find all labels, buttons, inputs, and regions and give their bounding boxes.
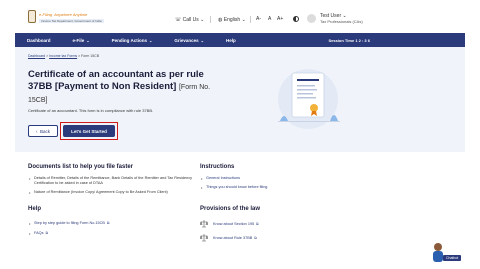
scales-icon [200, 220, 208, 228]
breadcrumb-income-tax-forms[interactable]: Income tax Forms [49, 54, 77, 58]
page-title: Certificate of an accountant as per rule… [28, 69, 211, 104]
divider [210, 16, 211, 23]
nav-grievances[interactable]: Grievances ⌄ [174, 38, 204, 43]
logo-tagline: Anywhere Anytime [54, 11, 88, 17]
provisions-heading: Provisions of the law [200, 206, 261, 212]
user-avatar[interactable] [307, 14, 316, 23]
logo-subtitle: Income Tax Department, Government of Ind… [39, 18, 104, 23]
breadcrumb-current: Form 15CB [81, 54, 100, 58]
help-section: Help Step by step guide to filing Form N… [28, 206, 198, 236]
nav-pending-actions[interactable]: Pending Actions ⌄ [112, 38, 153, 43]
instructions-heading: Instructions [200, 164, 235, 170]
session-timer: Session Time 1 2 : 3 6 [328, 37, 370, 43]
documents-heading: Documents list to help you file faster [28, 164, 134, 170]
scales-icon [200, 234, 208, 242]
documents-section: Documents list to help you file faster D… [28, 164, 198, 195]
rule-37bb-link[interactable]: Know about Rule 37BB ⧉ [200, 233, 350, 242]
chevron-down-icon: ⌄ [241, 17, 246, 23]
font-normal-button[interactable]: A [268, 16, 271, 22]
breadcrumb-dashboard[interactable]: Dashboard [28, 54, 45, 58]
chatbot-widget[interactable]: Chatbot [425, 240, 465, 262]
efiling-logo[interactable]: e-Filing Anywhere Anytime Income Tax Dep… [28, 10, 104, 23]
external-link-icon: ⧉ [254, 235, 257, 240]
certificate-illustration [278, 69, 340, 129]
chevron-down-icon: ⌄ [200, 17, 205, 23]
help-guide-link[interactable]: Step by step guide to filing Form No.15C… [28, 221, 198, 226]
chevron-down-icon: ⌄ [200, 37, 204, 43]
general-instructions-link[interactable]: General Instructions [200, 176, 350, 181]
font-increase-button[interactable]: A+ [277, 16, 283, 22]
external-link-icon: ⧉ [256, 221, 259, 226]
breadcrumb: Dashboard > Income tax Forms > Form 15CB [28, 54, 100, 58]
chevron-down-icon: ⌄ [86, 37, 90, 43]
nav-efile[interactable]: e-File ⌄ [73, 38, 90, 43]
session-time-value: 1 2 : 3 6 [355, 37, 370, 43]
help-heading: Help [28, 206, 42, 212]
nav-dashboard[interactable]: Dashboard [27, 38, 51, 43]
main-nav: Dashboard e-File ⌄ Pending Actions ⌄ Griev… [15, 33, 465, 47]
external-link-icon: ⧉ [45, 231, 49, 235]
emblem-icon [28, 10, 36, 23]
phone-icon: ☏ [175, 17, 183, 23]
top-header: e-Filing Anywhere Anytime Income Tax Dep… [0, 0, 480, 33]
user-menu[interactable]: Test User ⌄ Tax Professionals (CAs) [320, 13, 363, 25]
logo-title: e-Filing Anywhere Anytime [39, 11, 88, 17]
language-select[interactable]: ◍ English ⌄ [218, 17, 246, 23]
contrast-icon[interactable] [293, 16, 299, 22]
help-faqs-link[interactable]: FAQs⧉ [28, 231, 198, 236]
provisions-section: Provisions of the law Know about Section… [200, 206, 350, 246]
chevron-down-icon: ⌄ [148, 37, 153, 43]
things-to-know-link[interactable]: Things you should know before filing [200, 185, 350, 190]
chatbot-label: Chatbot [443, 255, 462, 261]
call-us-link[interactable]: ☏ Call Us ⌄ [175, 17, 204, 23]
document-item: Nature of Remittance (Invoice Copy/ Agre… [28, 190, 198, 195]
document-item: Details of Remitter, Details of the Remi… [28, 176, 198, 186]
page-description: Certificate of an accountant. This form … [28, 108, 154, 113]
external-link-icon: ⧉ [106, 221, 110, 225]
font-decrease-button[interactable]: A- [256, 16, 261, 22]
section-195-link[interactable]: Know about Section 195 ⧉ [200, 219, 350, 228]
instructions-section: Instructions General Instructions Things… [200, 164, 350, 190]
divider [250, 16, 251, 23]
user-role: Tax Professionals (CAs) [320, 19, 363, 24]
hero-section: Dashboard > Income tax Forms > Form 15CB… [15, 47, 465, 152]
nav-help[interactable]: Help [226, 38, 236, 43]
back-button[interactable]: ‹ Back [28, 125, 58, 137]
get-started-button[interactable]: Let's Get Started [63, 125, 115, 137]
